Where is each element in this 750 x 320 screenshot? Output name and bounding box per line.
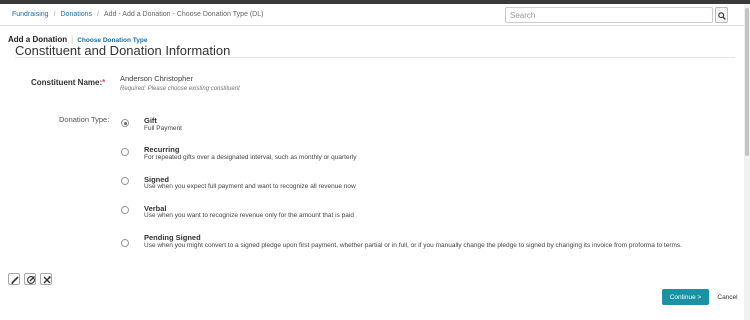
edit-circle-icon — [27, 276, 35, 284]
section-title: Constituent and Donation Information — [15, 43, 231, 58]
constituent-label-text: Constituent Name: — [31, 78, 103, 87]
scrollbar-thumb[interactable] — [745, 8, 749, 156]
section-divider — [15, 57, 735, 58]
cancel-button[interactable]: Cancel — [714, 289, 741, 305]
breadcrumb-donations[interactable]: Donations — [61, 11, 93, 18]
edit-circle-tool-button[interactable] — [24, 273, 36, 285]
constituent-hint: Required: Please choose existing constit… — [120, 86, 240, 92]
search-input[interactable] — [505, 7, 713, 23]
search-icon — [718, 12, 726, 20]
breadcrumb-separator: / — [53, 11, 56, 18]
constituent-label: Constituent Name:* — [31, 78, 105, 87]
option-recurring-description: For repeated gifts over a designated int… — [144, 154, 357, 161]
breadcrumb: Fundraising / Donations / Add - Add a Donati… — [12, 11, 263, 18]
option-gift-description: Full Payment — [144, 125, 182, 132]
constituent-name-value[interactable]: Anderson Christopher — [120, 74, 193, 83]
option-pending-signed-description: Use when you might convert to a signed p… — [144, 242, 682, 249]
option-signed-description: Use when you expect full payment and wan… — [144, 183, 356, 190]
search-button[interactable] — [715, 7, 728, 23]
required-marker: * — [102, 78, 106, 87]
radio-verbal[interactable] — [121, 206, 129, 214]
option-verbal-description: Use when you want to recognize revenue o… — [144, 212, 354, 219]
breadcrumb-current: Add - Add a Donation - Choose Donation T… — [104, 11, 264, 18]
edit-icon — [11, 276, 19, 284]
radio-recurring[interactable] — [121, 148, 129, 156]
radio-pending-signed[interactable] — [121, 239, 129, 247]
radio-gift[interactable] — [121, 119, 129, 127]
page-scrollbar[interactable] — [744, 4, 750, 320]
breadcrumb-separator: / — [97, 11, 100, 18]
radio-signed[interactable] — [121, 177, 129, 185]
edit-tool-button[interactable] — [8, 273, 20, 285]
continue-button[interactable]: Continue > — [662, 289, 709, 305]
settings-tools-icon — [43, 276, 51, 284]
settings-tool-button[interactable] — [40, 273, 52, 285]
breadcrumb-fundraising[interactable]: Fundraising — [12, 11, 49, 18]
donation-type-label: Donation Type: — [59, 115, 110, 124]
